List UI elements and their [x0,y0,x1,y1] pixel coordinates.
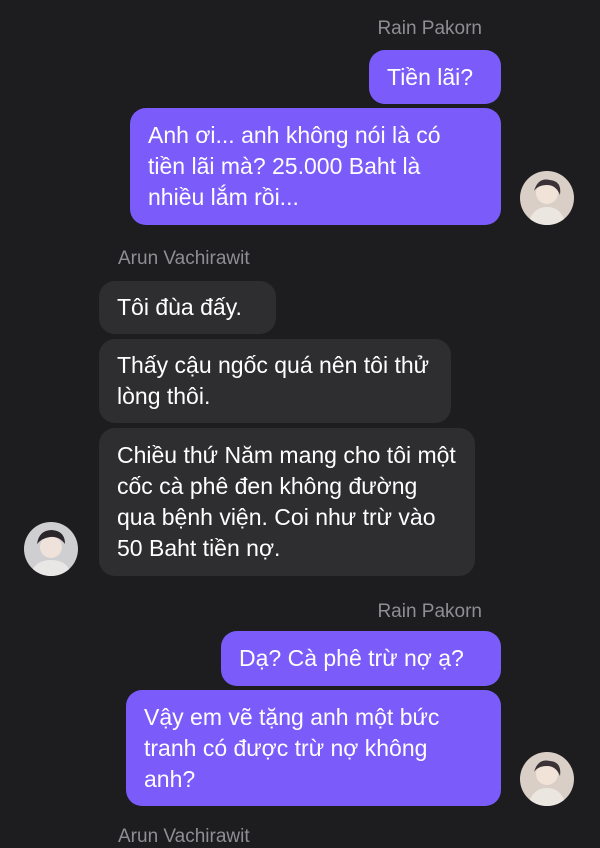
message-bubble[interactable]: Tiền lãi? [369,50,501,104]
message-text: Tiền lãi? [387,63,474,90]
sender-name-arun: Arun Vachirawit [118,248,250,269]
avatar-rain[interactable] [520,171,574,225]
message-bubble[interactable]: Dạ? Cà phê trừ nợ ạ? [221,631,501,686]
message-bubble[interactable]: Tôi đùa đấy. [99,281,276,334]
message-text: Thấy cậu ngốc quá nên tôi thử lòng thôi. [117,352,430,409]
avatar-photo-icon [520,752,574,806]
message-bubble[interactable]: Chiều thứ Năm mang cho tôi một cốc cà ph… [99,428,475,576]
avatar-rain[interactable] [520,752,574,806]
message-text: Chiều thứ Năm mang cho tôi một cốc cà ph… [117,442,456,561]
message-bubble[interactable]: Anh ơi... anh không nói là có tiền lãi m… [130,108,501,225]
avatar-photo-icon [520,171,574,225]
sender-name-rain: Rain Pakorn [377,601,482,622]
message-text: Dạ? Cà phê trừ nợ ạ? [239,645,464,671]
message-text: Tôi đùa đấy. [117,294,242,320]
sender-name-rain: Rain Pakorn [377,18,482,39]
avatar-photo-icon [24,522,78,576]
sender-name-arun: Arun Vachirawit [118,826,250,847]
avatar-arun[interactable] [24,522,78,576]
message-bubble[interactable]: Vậy em vẽ tặng anh một bức tranh có được… [126,690,501,806]
message-bubble[interactable]: Thấy cậu ngốc quá nên tôi thử lòng thôi. [99,339,451,423]
message-text: Vậy em vẽ tặng anh một bức tranh có được… [144,703,440,792]
message-text: Anh ơi... anh không nói là có tiền lãi m… [148,122,441,210]
